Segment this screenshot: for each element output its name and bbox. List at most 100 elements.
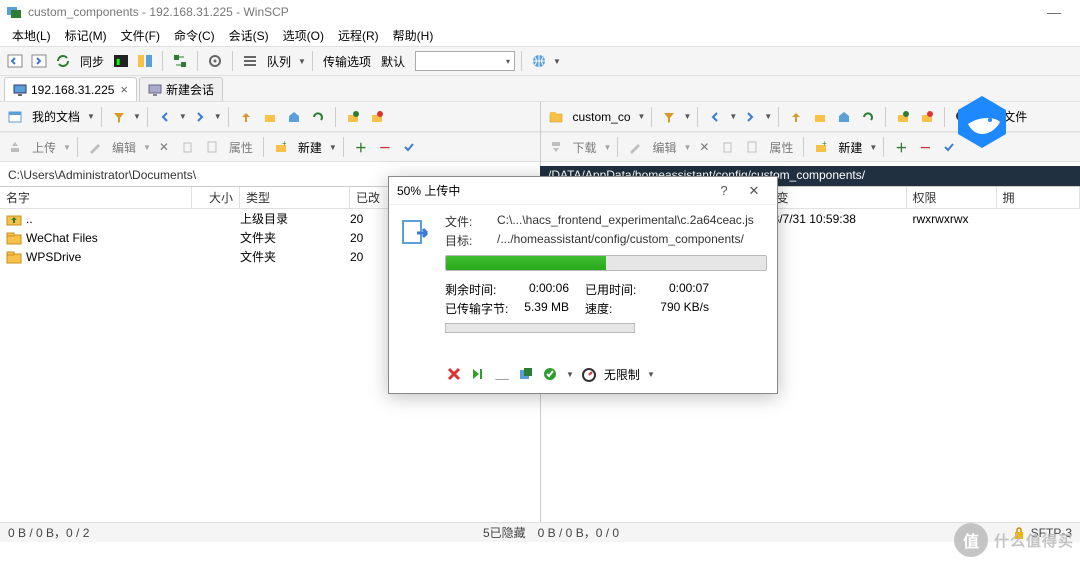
svg-text:+: + <box>282 140 287 148</box>
right-bookmark1-icon[interactable] <box>892 106 914 128</box>
menu-options[interactable]: 选项(O) <box>279 25 328 46</box>
skip-file-icon[interactable] <box>469 365 487 383</box>
nav-back-icon[interactable] <box>4 50 26 72</box>
right-copy-icon <box>717 136 739 158</box>
right-refresh-icon[interactable] <box>857 106 879 128</box>
left-nav-bar: 我的文档▼ ▼ ▼ ▼ <box>0 102 540 132</box>
tab-close-icon[interactable]: × <box>120 82 128 97</box>
right-delete-icon: ✕ <box>693 136 715 158</box>
right-fwd-icon[interactable] <box>739 106 761 128</box>
left-check-icon[interactable] <box>398 136 420 158</box>
dlg-remaining-label: 剩余时间: <box>445 281 515 298</box>
new-session-icon <box>148 83 162 97</box>
dlg-elapsed-label: 已用时间: <box>585 281 655 298</box>
globe-icon[interactable] <box>528 50 550 72</box>
left-props-label: 属性 <box>225 139 257 156</box>
left-new-label[interactable]: 新建 <box>294 139 326 156</box>
session-tab-active[interactable]: 192.168.31.225 × <box>4 77 137 101</box>
right-col-perm[interactable]: 权限 <box>907 187 997 208</box>
left-col-type[interactable]: 类型 <box>240 187 350 208</box>
left-filter-icon[interactable] <box>108 106 130 128</box>
queue-icon[interactable] <box>239 50 261 72</box>
new-session-tab[interactable]: 新建会话 <box>139 77 223 101</box>
left-drive-icon[interactable] <box>4 106 26 128</box>
left-up-icon[interactable] <box>235 106 257 128</box>
menu-command[interactable]: 命令(C) <box>170 25 219 46</box>
sync-browse-icon[interactable] <box>52 50 74 72</box>
queue-label[interactable]: 队列 <box>263 53 295 70</box>
sync-label[interactable]: 同步 <box>76 53 108 70</box>
queue-dropdown[interactable]: ▼ <box>298 57 306 66</box>
dlg-bytes-value: 5.39 MB <box>515 300 585 317</box>
left-edit-label: 编辑 <box>108 139 140 156</box>
background-icon[interactable] <box>517 365 535 383</box>
dlg-remaining-value: 0:00:06 <box>515 281 585 298</box>
left-minus-icon[interactable]: － <box>374 136 396 158</box>
sync-dirs-icon[interactable] <box>169 50 191 72</box>
right-minus-icon[interactable]: － <box>914 136 936 158</box>
status-bar: 0 B / 0 B，0 / 2 5已隐藏 0 B / 0 B，0 / 0 SFT… <box>0 522 1080 542</box>
compare-icon[interactable] <box>134 50 156 72</box>
left-back-icon[interactable] <box>154 106 176 128</box>
session-tabs: 192.168.31.225 × 新建会话 <box>0 76 1080 102</box>
left-props-icon <box>201 136 223 158</box>
minimize-button[interactable]: — <box>1034 4 1074 20</box>
right-props-label: 属性 <box>765 139 797 156</box>
left-bookmark2-icon[interactable] <box>366 106 388 128</box>
dlg-file-value: C:\...\hacs_frontend_experimental\c.2a64… <box>497 213 767 230</box>
right-bookmark2-icon[interactable] <box>916 106 938 128</box>
status-left-selection: 0 B / 0 B，0 / 2 <box>8 524 89 541</box>
right-back-icon[interactable] <box>704 106 726 128</box>
right-new-label[interactable]: 新建 <box>834 139 866 156</box>
right-drive-label[interactable]: custom_co <box>569 110 635 124</box>
transfer-preset-combo[interactable]: ▾ <box>415 51 515 71</box>
left-col-name[interactable]: 名字 <box>0 187 192 208</box>
transfer-default-label[interactable]: 默认 <box>377 53 409 70</box>
terminal-icon[interactable]: ▮ <box>110 50 132 72</box>
menu-mark[interactable]: 标记(M) <box>61 25 111 46</box>
left-refresh-icon[interactable] <box>307 106 329 128</box>
window-title: custom_components - 192.168.31.225 - Win… <box>28 5 1034 19</box>
once-done-icon[interactable] <box>541 365 559 383</box>
left-delete-icon: ✕ <box>153 136 175 158</box>
dlg-speed-value: 790 KB/s <box>655 300 725 317</box>
right-drive-icon[interactable] <box>545 106 567 128</box>
cancel-transfer-icon[interactable] <box>445 365 463 383</box>
left-root-icon[interactable] <box>259 106 281 128</box>
speed-limit-icon[interactable] <box>580 365 598 383</box>
upload-dialog: 50% 上传中 ? ✕ 文件:C:\...\hacs_frontend_expe… <box>388 176 778 394</box>
right-up-icon[interactable] <box>785 106 807 128</box>
left-home-icon[interactable] <box>283 106 305 128</box>
nav-fwd-icon[interactable] <box>28 50 50 72</box>
dialog-help-button[interactable]: ? <box>709 183 739 198</box>
right-col-owner[interactable]: 拥 <box>997 187 1080 208</box>
menu-local[interactable]: 本地(L) <box>8 25 55 46</box>
right-new-icon[interactable]: + <box>810 136 832 158</box>
globe-dropdown[interactable]: ▼ <box>553 57 561 66</box>
right-drive-dropdown[interactable]: ▼ <box>638 112 646 121</box>
watermark-text: 什么值得买 <box>994 530 1074 551</box>
left-drive-dropdown[interactable]: ▼ <box>87 112 95 121</box>
right-plus-icon[interactable]: ＋ <box>890 136 912 158</box>
left-bookmark1-icon[interactable] <box>342 106 364 128</box>
dialog-close-button[interactable]: ✕ <box>739 183 769 199</box>
prefs-gear-icon[interactable] <box>204 50 226 72</box>
right-home-icon[interactable] <box>833 106 855 128</box>
minimize-transfer-icon[interactable]: __ <box>493 365 511 383</box>
menu-help[interactable]: 帮助(H) <box>389 25 438 46</box>
left-new-icon[interactable]: + <box>270 136 292 158</box>
menu-file[interactable]: 文件(F) <box>117 25 164 46</box>
menu-remote[interactable]: 远程(R) <box>334 25 383 46</box>
left-drive-label[interactable]: 我的文档 <box>28 108 84 125</box>
session-tab-label: 192.168.31.225 <box>31 83 114 97</box>
right-filter-icon[interactable] <box>658 106 680 128</box>
right-root-icon[interactable] <box>809 106 831 128</box>
left-plus-icon[interactable]: ＋ <box>350 136 372 158</box>
dlg-elapsed-value: 0:00:07 <box>655 281 725 298</box>
speed-limit-label[interactable]: 无限制 <box>604 366 640 383</box>
left-fwd-icon[interactable] <box>189 106 211 128</box>
transfer-opts-label: 传输选项 <box>319 53 375 70</box>
menu-bar: 本地(L) 标记(M) 文件(F) 命令(C) 会话(S) 选项(O) 远程(R… <box>0 24 1080 46</box>
menu-session[interactable]: 会话(S) <box>225 25 273 46</box>
left-col-size[interactable]: 大小 <box>192 187 240 208</box>
